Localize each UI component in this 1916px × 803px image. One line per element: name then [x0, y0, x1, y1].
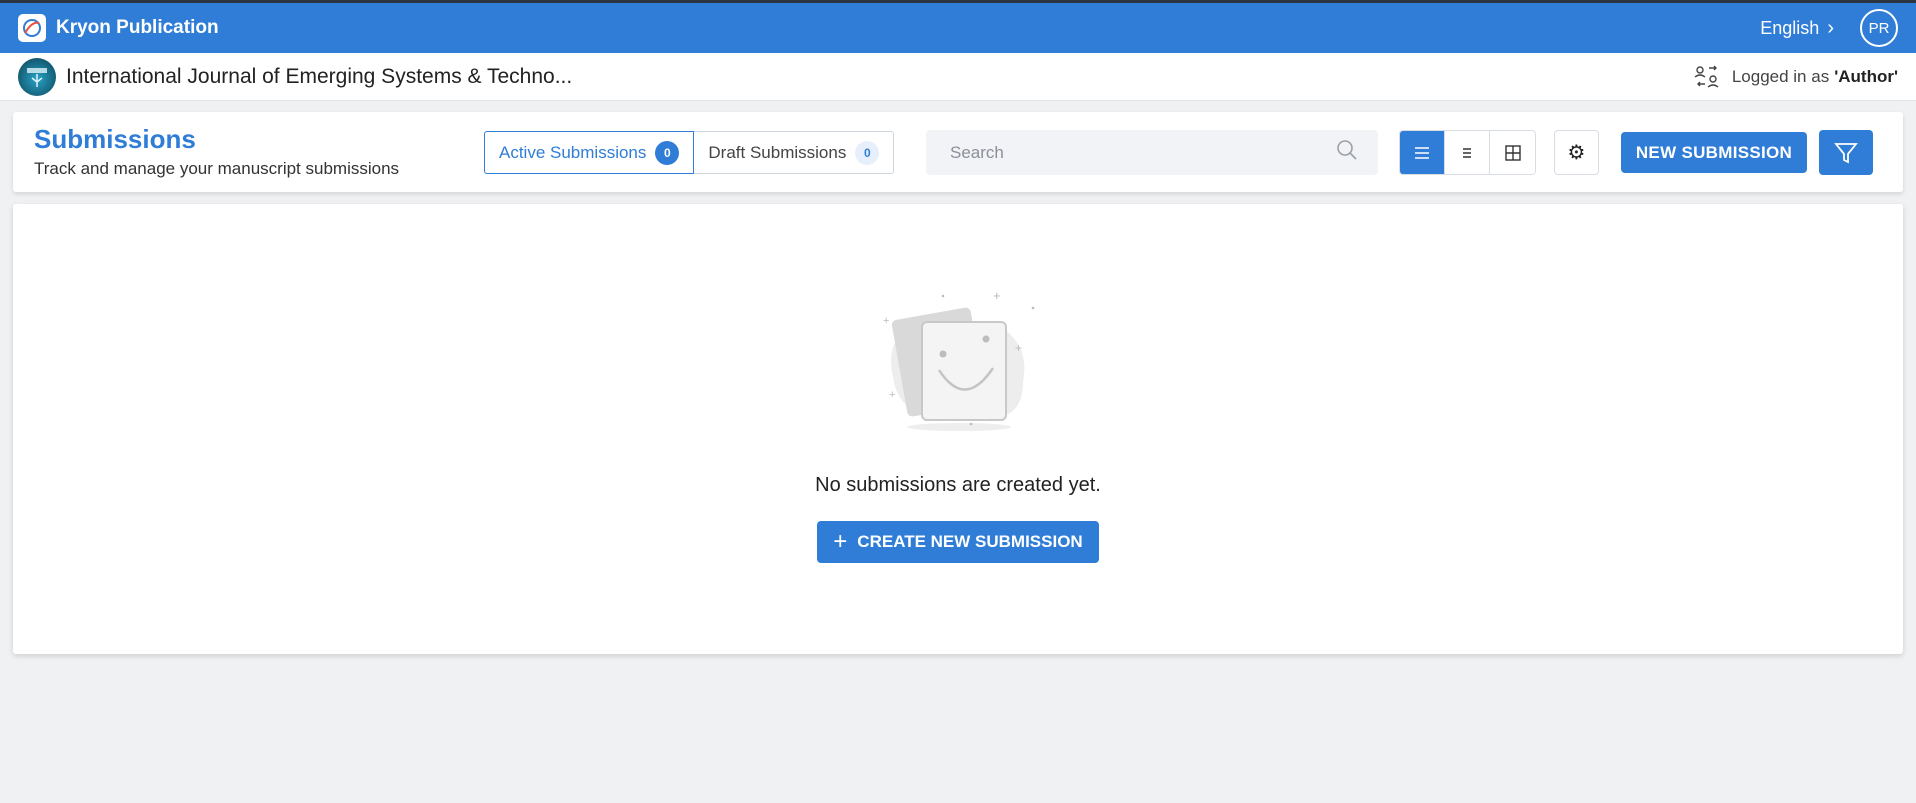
switch-role-icon[interactable]	[1694, 64, 1720, 90]
empty-state-message: No submissions are created yet.	[815, 474, 1101, 496]
submission-tabs: Active Submissions 0 Draft Submissions 0	[484, 131, 895, 174]
search-icon[interactable]	[1336, 139, 1358, 166]
logged-in-role: 'Author'	[1834, 66, 1898, 86]
search-box	[926, 130, 1378, 175]
tab-label: Draft Submissions	[708, 142, 847, 162]
svg-text:+: +	[883, 315, 889, 327]
svg-text:+: +	[1015, 341, 1022, 355]
tab-draft-submissions[interactable]: Draft Submissions 0	[694, 131, 895, 174]
grid-icon	[1504, 144, 1521, 161]
compact-list-icon	[1463, 147, 1471, 158]
top-bar: Kryon Publication English › PR	[0, 0, 1916, 53]
logged-in-prefix: Logged in as	[1731, 66, 1830, 86]
language-selector[interactable]: English ›	[1760, 18, 1834, 39]
settings-button[interactable]: ⚙	[1554, 130, 1599, 175]
journal-logo-icon	[18, 57, 56, 96]
page-subtitle: Track and manage your manuscript submiss…	[34, 159, 400, 178]
compact-list-view-button[interactable]	[1445, 131, 1490, 174]
svg-text:+: +	[993, 288, 1001, 303]
journal-bar: International Journal of Emerging System…	[0, 53, 1916, 101]
brand-name: Kryon Publication	[56, 17, 219, 38]
language-label: English	[1760, 17, 1820, 38]
count-badge: 0	[855, 140, 880, 165]
chevron-right-icon: ›	[1827, 17, 1834, 39]
gear-icon: ⚙	[1567, 142, 1586, 164]
page-title: Submissions	[34, 124, 196, 154]
grid-view-button[interactable]	[1490, 131, 1535, 174]
user-avatar[interactable]: PR	[1860, 9, 1898, 47]
journal-title[interactable]: International Journal of Emerging System…	[66, 65, 572, 89]
create-new-submission-button[interactable]: + CREATE NEW SUBMISSION	[817, 521, 1099, 563]
filter-icon	[1834, 142, 1858, 163]
logged-in-status: Logged in as 'Author'	[1694, 64, 1898, 90]
tab-label: Active Submissions	[499, 142, 647, 162]
count-badge: 0	[655, 140, 680, 165]
filter-button[interactable]	[1819, 130, 1873, 175]
submissions-list: + + + + No submissions are created yet. …	[13, 204, 1903, 654]
plus-icon: +	[833, 528, 848, 555]
new-submission-button[interactable]: NEW SUBMISSION	[1621, 132, 1807, 173]
empty-state-illustration: + + + +	[883, 288, 1035, 431]
list-view-button[interactable]	[1400, 131, 1445, 174]
svg-text:+: +	[889, 389, 895, 401]
tab-active-submissions[interactable]: Active Submissions 0	[484, 131, 695, 174]
brand-logo-icon	[18, 14, 46, 42]
submissions-header: Submissions Track and manage your manusc…	[13, 112, 1903, 192]
search-input[interactable]	[926, 130, 1336, 175]
view-mode-toggle	[1399, 130, 1536, 175]
create-button-label: CREATE NEW SUBMISSION	[857, 532, 1083, 551]
list-icon	[1415, 146, 1429, 159]
